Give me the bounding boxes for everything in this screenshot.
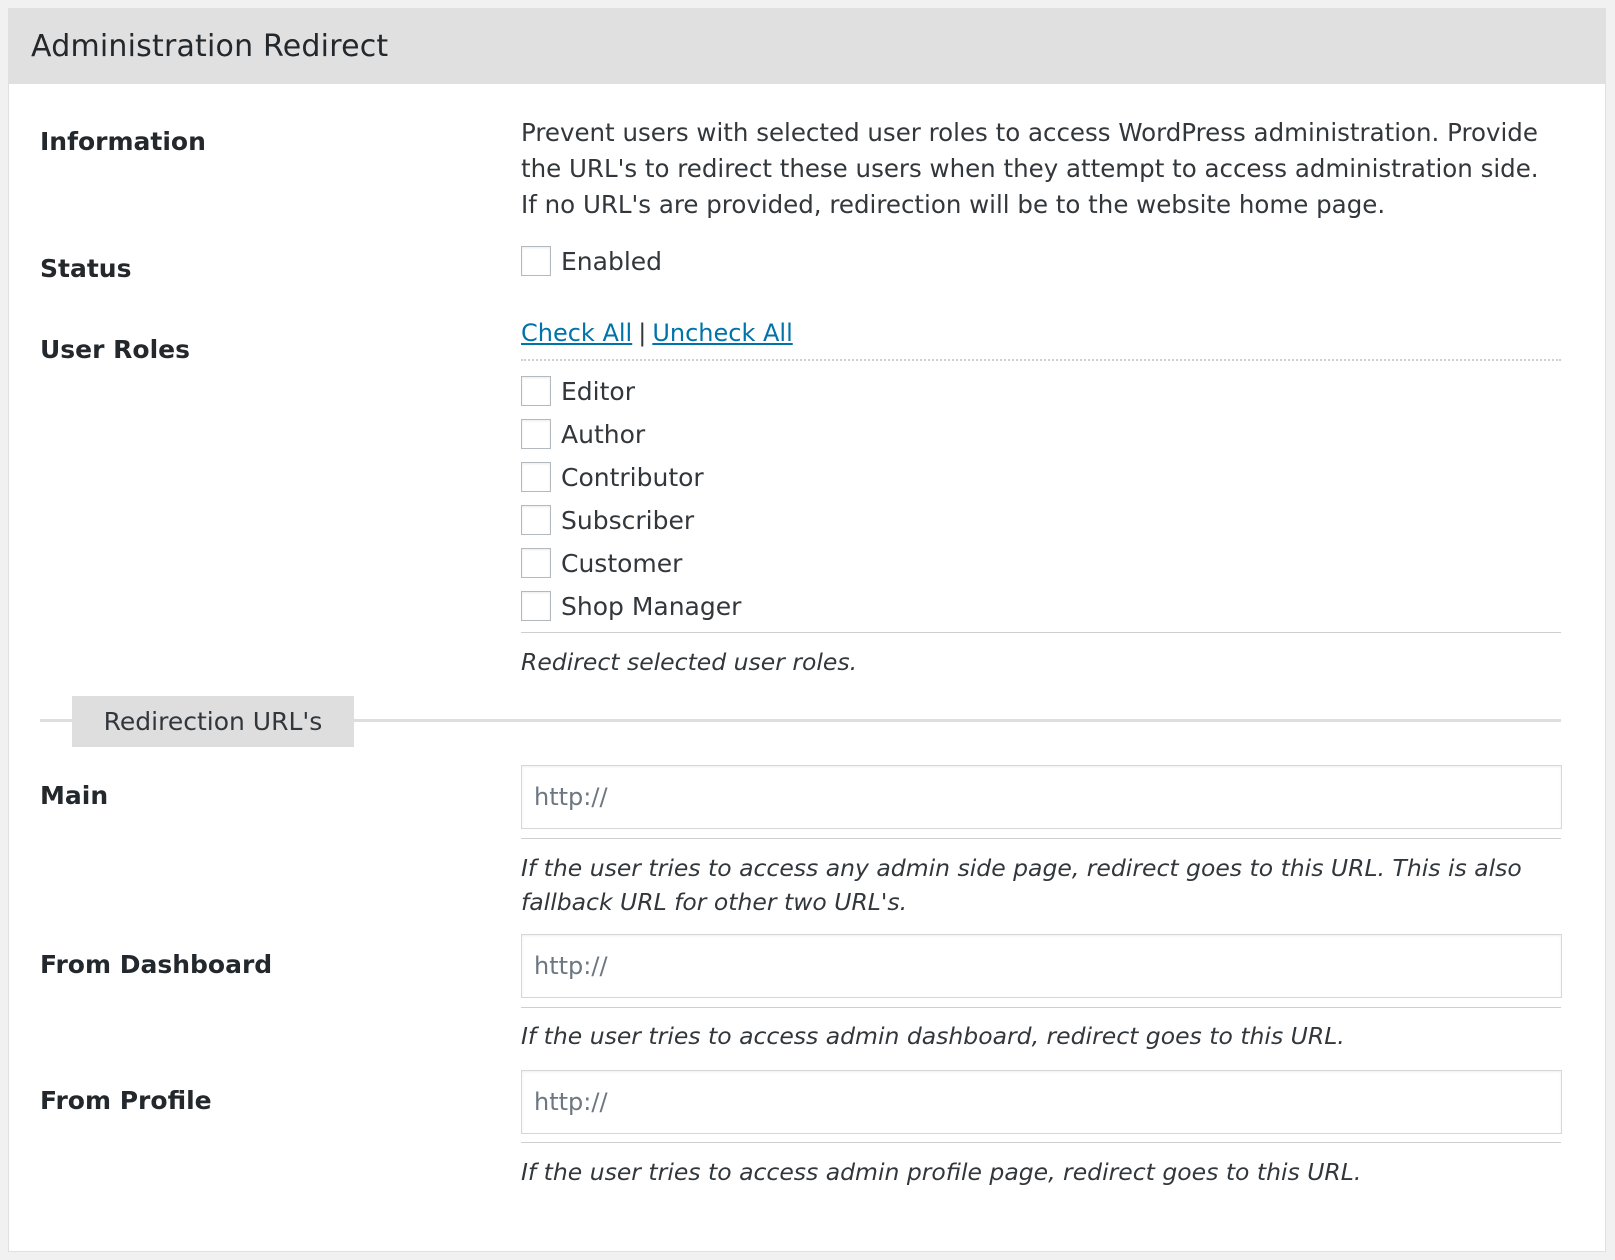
status-enabled-row[interactable]: Enabled [521,244,662,278]
dashboard-url-input[interactable] [521,934,1562,998]
profile-url-description: If the user tries to access admin profil… [521,1158,1362,1186]
roles-top-divider [521,359,1561,361]
dashboard-url-divider [521,1007,1561,1008]
panel-header: Administration Redirect [9,9,1605,84]
role-customer-label[interactable]: Customer [561,549,682,578]
dashboard-url-description: If the user tries to access admin dashbo… [521,1022,1345,1050]
user-roles-label: User Roles [40,335,190,364]
role-row-subscriber[interactable]: Subscriber [521,503,694,537]
link-separator: | [638,319,647,347]
information-label: Information [40,127,206,156]
main-url-description: If the user tries to access any admin si… [521,854,1522,916]
panel-title: Administration Redirect [31,29,389,64]
role-row-editor[interactable]: Editor [521,374,635,408]
profile-url-input[interactable] [521,1070,1562,1134]
role-editor-checkbox[interactable] [521,376,551,406]
role-row-shop-manager[interactable]: Shop Manager [521,589,741,623]
role-editor-label[interactable]: Editor [561,377,635,406]
dashboard-url-label: From Dashboard [40,950,273,979]
profile-url-divider [521,1142,1561,1143]
main-url-label: Main [40,781,109,810]
status-enabled-label[interactable]: Enabled [561,247,662,276]
role-contributor-label[interactable]: Contributor [561,463,704,492]
redirection-section-title: Redirection URL's [72,696,354,747]
role-shop-manager-label[interactable]: Shop Manager [561,592,741,621]
roles-bottom-divider [521,632,1561,633]
status-enabled-checkbox[interactable] [521,246,551,276]
check-all-link[interactable]: Check All [521,319,632,347]
role-customer-checkbox[interactable] [521,548,551,578]
status-label: Status [40,254,132,283]
role-row-contributor[interactable]: Contributor [521,460,704,494]
main-url-divider [521,838,1561,839]
role-author-checkbox[interactable] [521,419,551,449]
role-author-label[interactable]: Author [561,420,645,449]
role-row-customer[interactable]: Customer [521,546,682,580]
role-contributor-checkbox[interactable] [521,462,551,492]
information-text: Prevent users with selected user roles t… [521,118,1539,219]
role-subscriber-label[interactable]: Subscriber [561,506,694,535]
role-shop-manager-checkbox[interactable] [521,591,551,621]
check-links: Check All | Uncheck All [521,319,793,347]
profile-url-label: From Profile [40,1086,212,1115]
main-url-input[interactable] [521,765,1562,829]
role-subscriber-checkbox[interactable] [521,505,551,535]
admin-redirect-panel: Administration Redirect Information Prev… [8,8,1606,1252]
uncheck-all-link[interactable]: Uncheck All [652,319,792,347]
user-roles-description: Redirect selected user roles. [521,648,858,676]
role-row-author[interactable]: Author [521,417,645,451]
